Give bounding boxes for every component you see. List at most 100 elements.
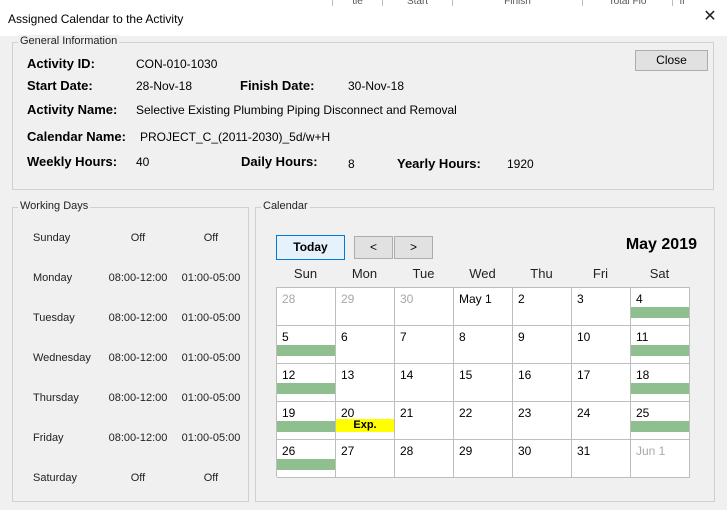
- weekly-hours-label: Weekly Hours:: [27, 154, 118, 169]
- calendar-day-cell[interactable]: Jun 1: [631, 440, 690, 478]
- calendar-day-cell[interactable]: 5: [277, 326, 336, 364]
- calendar-day-cell[interactable]: 11: [631, 326, 690, 364]
- calendar-day-number: 9: [518, 330, 525, 344]
- working-day-afternoon-hours: Off: [203, 472, 219, 484]
- calendar-day-cell[interactable]: 8: [454, 326, 513, 364]
- calendar-day-cell[interactable]: 16: [513, 364, 572, 402]
- calendar-day-number: 29: [459, 444, 473, 458]
- background-column-header: Finish: [452, 0, 582, 6]
- window-close-icon[interactable]: ✕: [701, 8, 719, 26]
- calendar-day-cell[interactable]: 26: [277, 440, 336, 478]
- nonworking-day-bar: [277, 421, 335, 432]
- today-button[interactable]: Today: [276, 235, 345, 260]
- calendar-day-cell[interactable]: 28: [395, 440, 454, 478]
- calendar-day-number: 20: [341, 406, 355, 420]
- calendar-day-cell[interactable]: 14: [395, 364, 454, 402]
- calendar-day-number: May 1: [459, 292, 492, 306]
- working-day-morning-hours: 08:00-12:00: [108, 432, 168, 444]
- background-column-header: tle: [332, 0, 382, 6]
- background-column-header: Total Flo: [582, 0, 672, 6]
- calendar-day-cell[interactable]: 22: [454, 402, 513, 440]
- working-day-name: Sunday: [33, 232, 71, 244]
- working-day-morning-hours: Off: [130, 232, 146, 244]
- nonworking-day-bar: [631, 345, 689, 356]
- calendar-day-cell[interactable]: 28: [277, 288, 336, 326]
- daily-hours-label: Daily Hours:: [241, 154, 318, 169]
- finish-date-label: Finish Date:: [240, 78, 315, 93]
- working-days-title: Working Days: [18, 200, 91, 212]
- weekday-header: Fri: [592, 266, 609, 281]
- calendar-day-cell[interactable]: 21: [395, 402, 454, 440]
- calendar-day-cell[interactable]: 13: [336, 364, 395, 402]
- calendar-day-number: 21: [400, 406, 414, 420]
- calendar-day-number: 7: [400, 330, 407, 344]
- background-column-header: fr: [672, 0, 692, 6]
- calendar-day-cell[interactable]: 9: [513, 326, 572, 364]
- calendar-day-cell[interactable]: 19: [277, 402, 336, 440]
- calendar-day-cell[interactable]: 31: [572, 440, 631, 478]
- working-day-morning-hours: 08:00-12:00: [108, 272, 168, 284]
- calendar-grid: 28 29 30 May 1 2 3 4 5 6 7 8 9 10 11 12 13 14 15 16 17 18 19 2…: [276, 287, 690, 478]
- window-title: Assigned Calendar to the Activity: [8, 12, 184, 26]
- calendar-day-number: 8: [459, 330, 466, 344]
- prev-month-button[interactable]: <: [354, 236, 393, 259]
- calendar-day-cell[interactable]: 20 Exp.: [336, 402, 395, 440]
- calendar-day-cell[interactable]: 29: [336, 288, 395, 326]
- calendar-day-cell[interactable]: 30: [513, 440, 572, 478]
- close-button[interactable]: Close: [635, 50, 708, 71]
- calendar-day-number: 5: [282, 330, 289, 344]
- calendar-day-cell[interactable]: 4: [631, 288, 690, 326]
- calendar-day-cell[interactable]: 15: [454, 364, 513, 402]
- calendar-day-cell[interactable]: 30: [395, 288, 454, 326]
- calendar-day-cell[interactable]: 6: [336, 326, 395, 364]
- calendar-day-cell[interactable]: 23: [513, 402, 572, 440]
- start-date-label: Start Date:: [27, 78, 93, 93]
- working-day-afternoon-hours: 01:00-05:00: [181, 312, 241, 324]
- weekday-header: Mon: [351, 266, 378, 281]
- calendar-day-cell[interactable]: 7: [395, 326, 454, 364]
- working-day-afternoon-hours: 01:00-05:00: [181, 432, 241, 444]
- working-day-name: Wednesday: [33, 352, 91, 364]
- calendar-day-number: 3: [577, 292, 584, 306]
- calendar-day-cell[interactable]: May 1: [454, 288, 513, 326]
- working-day-afternoon-hours: 01:00-05:00: [181, 392, 241, 404]
- calendar-day-number: 23: [518, 406, 532, 420]
- next-month-button[interactable]: >: [394, 236, 433, 259]
- calendar-day-cell[interactable]: 29: [454, 440, 513, 478]
- working-day-name: Friday: [33, 432, 64, 444]
- weekday-header: Wed: [469, 266, 496, 281]
- calendar-day-cell[interactable]: 10: [572, 326, 631, 364]
- weekday-header: Tue: [412, 266, 435, 281]
- activity-name-label: Activity Name:: [27, 102, 118, 117]
- calendar-day-number: 11: [636, 330, 649, 344]
- calendar-day-cell[interactable]: 2: [513, 288, 572, 326]
- nonworking-day-bar: [631, 421, 689, 432]
- calendar-name-label: Calendar Name:: [27, 129, 126, 144]
- working-day-morning-hours: 08:00-12:00: [108, 392, 168, 404]
- calendar-title: Calendar: [261, 200, 310, 212]
- calendar-day-number: 30: [518, 444, 532, 458]
- yearly-hours-value: 1920: [507, 157, 534, 171]
- calendar-day-cell[interactable]: 25: [631, 402, 690, 440]
- working-day-morning-hours: Off: [130, 472, 146, 484]
- yearly-hours-label: Yearly Hours:: [397, 156, 481, 171]
- general-information-title: General Information: [18, 35, 120, 47]
- expected-date-marker: Exp.: [336, 419, 394, 432]
- calendar-day-cell[interactable]: 24: [572, 402, 631, 440]
- nonworking-day-bar: [631, 307, 689, 318]
- weekday-header: Sun: [293, 266, 318, 281]
- calendar-day-cell[interactable]: 12: [277, 364, 336, 402]
- weekday-header: Sat: [649, 266, 670, 281]
- calendar-day-cell[interactable]: 18: [631, 364, 690, 402]
- calendar-day-number: 27: [341, 444, 355, 458]
- working-day-name: Monday: [33, 272, 73, 284]
- calendar-day-cell[interactable]: 27: [336, 440, 395, 478]
- calendar-day-cell[interactable]: 3: [572, 288, 631, 326]
- nonworking-day-bar: [277, 459, 335, 470]
- nonworking-day-bar: [277, 383, 335, 394]
- calendar-day-number: 4: [636, 292, 643, 306]
- working-day-afternoon-hours: 01:00-05:00: [181, 272, 241, 284]
- calendar-day-cell[interactable]: 17: [572, 364, 631, 402]
- calendar-day-number: 18: [636, 368, 650, 382]
- title-bar: tle Start Finish Total Flo fr Assigned C…: [0, 0, 727, 36]
